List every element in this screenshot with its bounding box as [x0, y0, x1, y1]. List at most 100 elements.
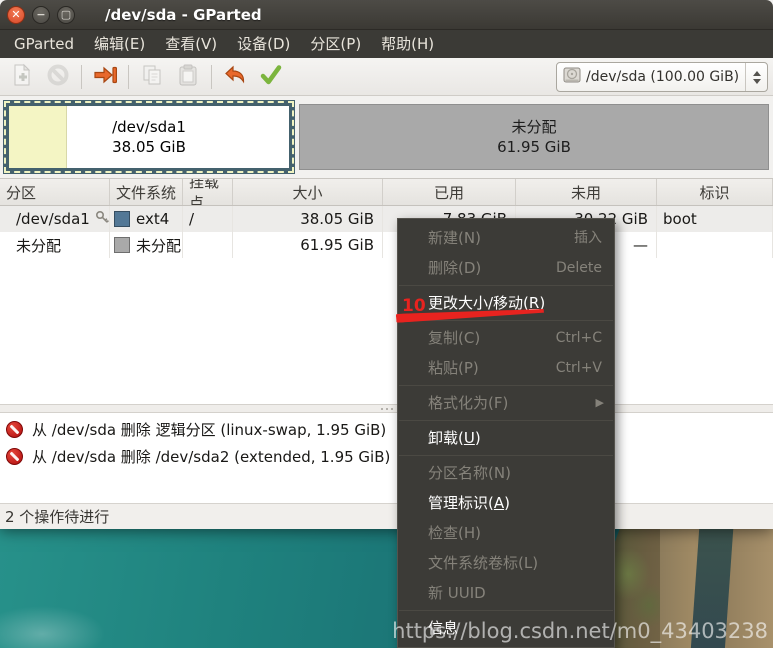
submenu-arrow-icon: ▶	[595, 396, 604, 409]
menubar-item[interactable]: 查看(V)	[155, 30, 227, 58]
device-selector-spinner[interactable]	[745, 63, 767, 91]
pending-operations-panel: 从 /dev/sda 删除 逻辑分区 (linux-swap, 1.95 GiB…	[0, 413, 773, 503]
delete-operation-icon	[6, 448, 23, 465]
partition-name: /dev/sda1	[112, 117, 186, 136]
window-controls: ✕ − ▢	[7, 5, 75, 24]
menubar-item[interactable]: 设备(D)	[227, 30, 300, 58]
paste-icon	[176, 63, 200, 91]
splitter-grip	[385, 407, 388, 410]
column-header[interactable]: 大小	[233, 179, 383, 205]
context-menu-item: 新建(N) 插入	[398, 223, 614, 253]
new-partition-button[interactable]	[4, 61, 40, 93]
context-menu-item[interactable]: 管理标识(A)	[398, 488, 614, 518]
menubar-item[interactable]: 帮助(H)	[371, 30, 444, 58]
context-menu-item: 新 UUID	[428, 584, 486, 602]
partition-block-sda1[interactable]: /dev/sda1 38.05 GiB	[3, 100, 295, 174]
delete-operation-icon	[6, 421, 23, 438]
delete-icon	[46, 63, 70, 91]
menubar-item[interactable]: 分区(P)	[300, 30, 371, 58]
key-icon	[90, 210, 109, 229]
partition-name: 未分配	[511, 117, 557, 136]
menu-separator	[399, 420, 613, 421]
undo-button[interactable]	[217, 61, 253, 93]
status-bar: 2 个操作待进行	[0, 503, 773, 529]
undo-icon	[223, 63, 247, 91]
status-text: 2 个操作待进行	[5, 508, 110, 526]
operation-text: 从 /dev/sda 删除 /dev/sda2 (extended, 1.95 …	[32, 448, 391, 466]
table-cell	[657, 232, 773, 258]
partition-context-menu: 新建(N) 插入 删除(D) Delete 更改大小/移动(R) 复制(C) Ctrl+C 粘…	[397, 218, 615, 648]
context-menu-item[interactable]: 卸载(U)	[398, 423, 614, 453]
toolbar: /dev/sda (100.00 GiB)	[0, 58, 773, 96]
new-partition-icon	[10, 63, 34, 91]
column-header[interactable]: 分区	[0, 179, 110, 205]
maximize-button[interactable]: ▢	[57, 5, 75, 24]
table-cell: /	[183, 206, 233, 232]
size-value: 61.95 GiB	[300, 236, 374, 254]
menu-shortcut: Delete	[556, 260, 602, 276]
splitter-grip	[380, 407, 383, 410]
filesystem-color-chip	[114, 211, 130, 227]
partition-table: 分区 文件系统 挂载点 大小 已用 未用 标识 /dev/sda1 ext4 / 38.05 Gi…	[0, 178, 773, 404]
copy-button[interactable]	[134, 61, 170, 93]
partition-block-label: /dev/sda1 38.05 GiB	[9, 106, 289, 168]
table-cell: /dev/sda1	[0, 206, 110, 232]
pending-operation-row: 从 /dev/sda 删除 逻辑分区 (linux-swap, 1.95 GiB…	[0, 416, 773, 443]
menu-separator	[399, 610, 613, 611]
toolbar-separator	[211, 64, 212, 89]
minimize-button[interactable]: −	[32, 5, 50, 24]
device-selector-value: /dev/sda (100.00 GiB)	[586, 69, 740, 85]
operation-text: 从 /dev/sda 删除 逻辑分区 (linux-swap, 1.95 GiB…	[32, 421, 387, 439]
filesystem-label: 未分配	[136, 236, 182, 255]
partition-path: /dev/sda1	[16, 210, 90, 228]
unused-value: —	[633, 236, 648, 254]
menu-shortcut: 插入	[574, 230, 602, 246]
partition-path: 未分配	[16, 236, 62, 255]
menu-shortcut: Ctrl+V	[555, 360, 602, 376]
title-bar[interactable]: ✕ − ▢ /dev/sda - GParted	[0, 0, 773, 30]
menu-separator	[399, 455, 613, 456]
context-menu-item: 分区名称(N)	[428, 464, 511, 482]
paste-button[interactable]	[170, 61, 206, 93]
desktop-screen: ✕ − ▢ /dev/sda - GParted GParted 编辑(E) 查看(…	[0, 0, 773, 648]
spinner-down-icon	[752, 78, 761, 84]
column-header[interactable]: 标识	[657, 179, 773, 205]
resize-move-icon	[92, 63, 118, 91]
partition-size: 38.05 GiB	[112, 138, 186, 156]
resize-move-button[interactable]	[87, 61, 123, 93]
toolbar-separator	[128, 64, 129, 89]
hard-drive-icon	[562, 65, 582, 89]
table-body: /dev/sda1ext4/38.05 GiB7.83 GiB30.22 GiB…	[0, 206, 773, 258]
apply-icon	[259, 63, 283, 91]
column-header[interactable]: 挂载点	[183, 179, 233, 205]
spinner-up-icon	[752, 70, 761, 76]
column-header[interactable]: 已用	[383, 179, 516, 205]
context-menu-item: 检查(H)	[428, 524, 481, 542]
device-selector[interactable]: /dev/sda (100.00 GiB)	[556, 62, 768, 92]
toolbar-separator	[81, 64, 82, 89]
flags-value: boot	[663, 210, 697, 228]
table-cell: 61.95 GiB	[233, 232, 383, 258]
gparted-window: ✕ − ▢ /dev/sda - GParted GParted 编辑(E) 查看(…	[0, 0, 773, 529]
table-cell: boot	[657, 206, 773, 232]
table-row[interactable]: /dev/sda1ext4/38.05 GiB7.83 GiB30.22 GiB…	[0, 206, 773, 232]
annotation-step-number: 10	[402, 296, 426, 316]
delete-partition-button[interactable]	[40, 61, 76, 93]
table-row[interactable]: 未分配未分配61.95 GiB——	[0, 232, 773, 258]
menubar-item[interactable]: 编辑(E)	[84, 30, 155, 58]
pending-operation-row: 从 /dev/sda 删除 /dev/sda2 (extended, 1.95 …	[0, 443, 773, 470]
menu-shortcut: Ctrl+C	[555, 330, 602, 346]
close-button[interactable]: ✕	[7, 5, 25, 24]
context-menu-item: 删除(D) Delete	[398, 253, 614, 283]
column-header[interactable]: 未用	[516, 179, 657, 205]
wallpaper-foam	[0, 568, 150, 648]
pane-splitter[interactable]	[0, 404, 773, 413]
menubar-item[interactable]: GParted	[4, 30, 84, 58]
partition-block-unallocated[interactable]: 未分配 61.95 GiB	[299, 104, 769, 170]
menu-separator	[399, 385, 613, 386]
column-header[interactable]: 文件系统	[110, 179, 183, 205]
apply-button[interactable]	[253, 61, 289, 93]
partition-size: 61.95 GiB	[497, 138, 571, 156]
table-empty-area	[0, 258, 773, 404]
menu-separator	[399, 285, 613, 286]
